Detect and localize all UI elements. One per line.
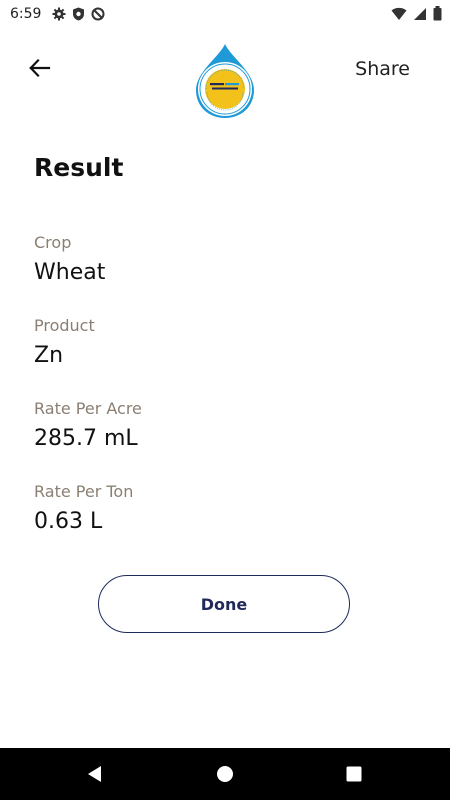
rate-per-ton-value: 0.63 L xyxy=(34,509,103,534)
system-nav-bar xyxy=(0,748,450,800)
arrow-left-icon xyxy=(29,58,51,81)
triangle-back-icon xyxy=(84,766,108,790)
square-recents-icon xyxy=(342,766,366,790)
status-icons-left xyxy=(52,6,105,25)
nav-recents-button[interactable] xyxy=(342,762,366,786)
crop-label: Crop xyxy=(34,233,72,252)
back-button[interactable] xyxy=(22,54,58,86)
page-title: Result xyxy=(34,153,124,182)
rate-per-ton-label: Rate Per Ton xyxy=(34,482,134,501)
app-bar: Share xyxy=(0,28,450,124)
status-time: 6:59 xyxy=(10,6,42,22)
nav-home-button[interactable] xyxy=(213,762,237,786)
done-button[interactable]: Done xyxy=(98,575,350,633)
gear-icon xyxy=(52,6,66,25)
product-label: Product xyxy=(34,316,95,335)
nav-back-button[interactable] xyxy=(84,762,108,786)
circle-home-icon xyxy=(213,766,237,790)
rate-per-acre-value: 285.7 mL xyxy=(34,426,138,451)
product-value: Zn xyxy=(34,343,64,368)
brand-logo xyxy=(192,42,258,120)
status-bar: 6:59 xyxy=(0,0,450,28)
crop-value: Wheat xyxy=(34,260,106,285)
no-sync-icon xyxy=(91,6,105,25)
share-button[interactable]: Share xyxy=(355,58,410,80)
shield-icon xyxy=(72,6,85,25)
cell-signal-icon xyxy=(413,6,427,25)
status-icons-right xyxy=(391,6,442,25)
wifi-icon xyxy=(391,6,407,25)
battery-icon xyxy=(433,6,442,25)
rate-per-acre-label: Rate Per Acre xyxy=(34,399,142,418)
